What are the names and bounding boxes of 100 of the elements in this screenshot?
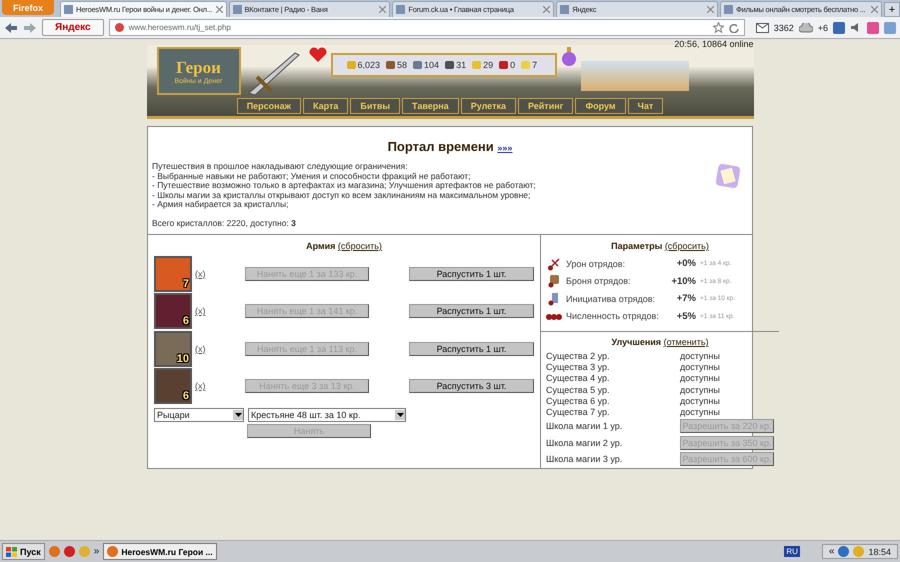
portal-title: Портал времени xyxy=(388,139,494,154)
upgrade-label: Существа 2 ур. xyxy=(546,351,611,362)
dismiss-button[interactable]: Распустить 1 шт. xyxy=(409,304,534,318)
creature-select[interactable]: Крестьяне 48 шт. за 10 кр. xyxy=(248,408,406,422)
upgrade-status: доступны xyxy=(680,406,720,418)
param-value: +10% xyxy=(670,276,696,287)
language-indicator[interactable]: RU xyxy=(784,546,800,557)
star-icon[interactable] xyxy=(712,22,724,33)
upgrade-status: доступны xyxy=(680,362,720,374)
creature-count: 7 xyxy=(182,278,189,290)
resource-icon xyxy=(386,61,396,69)
taskbar-window-button[interactable]: HeroesWM.ru Герои ... xyxy=(103,543,217,560)
rule-text: - Путешествие возможно только в артефактах из магазина; Улучшения артефактов не работают; xyxy=(152,181,537,190)
sword-icon xyxy=(546,256,562,271)
rule-text: - Армия набирается за кристаллы; xyxy=(152,200,288,210)
new-tab-button[interactable]: + xyxy=(884,2,900,17)
reset-link[interactable]: (сбросить) xyxy=(338,241,382,251)
nav-button[interactable]: Персонаж xyxy=(236,98,301,114)
resource-amount: 58 xyxy=(397,60,408,70)
upgrade-label: Школа магии 2 ур. xyxy=(546,438,624,448)
nav-button[interactable]: Рулетка xyxy=(460,98,516,114)
site-icon xyxy=(396,5,406,14)
windows-logo-icon xyxy=(6,546,17,556)
faction-select[interactable]: Рыцари xyxy=(154,408,244,422)
nav-button[interactable]: Форум xyxy=(575,98,626,114)
resource-icon xyxy=(472,61,482,69)
dismiss-button[interactable]: Распустить 1 шт. xyxy=(409,266,534,281)
param-label: Броня отрядов: xyxy=(566,276,632,286)
mail-icon[interactable] xyxy=(756,22,769,32)
creature-count: 6 xyxy=(182,390,189,402)
nav-button[interactable]: Карта xyxy=(303,98,348,114)
param-value: +5% xyxy=(676,310,696,322)
resource-amount: 29 xyxy=(483,60,494,70)
site-icon xyxy=(232,5,242,14)
tray-expand-button[interactable]: « xyxy=(828,546,834,557)
resource-amount: 7 xyxy=(532,60,538,70)
creature-count: 10 xyxy=(176,352,189,365)
upgrade-label: Существа 3 ур. xyxy=(546,362,611,374)
resource-icon xyxy=(521,61,530,69)
nav-button[interactable]: Чат xyxy=(628,98,664,114)
armor-icon xyxy=(546,274,562,288)
remove-link[interactable]: (x) xyxy=(195,344,245,354)
remove-link[interactable]: (x) xyxy=(195,381,245,392)
heart-icon[interactable] xyxy=(308,47,326,63)
potion-icon[interactable] xyxy=(561,47,578,67)
close-icon[interactable] xyxy=(216,6,222,13)
crystal-total: Всего кристаллов: 2220, доступно: 3 xyxy=(152,218,297,228)
portal-link[interactable]: »»» xyxy=(497,143,512,153)
dismiss-button[interactable]: Распустить 3 шт. xyxy=(409,379,534,394)
caret-icon[interactable] xyxy=(233,410,243,420)
param-value: +0% xyxy=(676,258,696,270)
upgrade-status: доступны xyxy=(680,373,720,385)
nav-button[interactable]: Рейтинг xyxy=(518,98,574,114)
close-icon[interactable] xyxy=(543,6,550,13)
remove-link[interactable]: (x) xyxy=(195,268,245,279)
army-title: Армия xyxy=(306,241,336,251)
address-field[interactable]: www.heroeswm.ru/tj_set.php xyxy=(108,19,745,36)
param-label: Инициатива отрядов: xyxy=(566,294,656,304)
resource-amount: 31 xyxy=(456,60,466,70)
more-button[interactable]: » xyxy=(94,546,100,557)
dismiss-button[interactable]: Распустить 1 шт. xyxy=(409,342,534,356)
resource-amount: 104 xyxy=(424,60,440,70)
site-icon xyxy=(114,23,124,32)
reset-link[interactable]: (сбросить) xyxy=(664,241,709,251)
online-status: 20:56, 10864 online xyxy=(674,39,754,49)
nav-button[interactable]: Таверна xyxy=(402,98,459,114)
close-icon[interactable] xyxy=(707,6,714,13)
start-button[interactable]: Пуск xyxy=(2,543,45,560)
back-icon[interactable] xyxy=(4,22,18,34)
close-icon[interactable] xyxy=(379,6,386,13)
site-icon xyxy=(560,5,570,14)
upgrade-status: доступны xyxy=(680,351,720,362)
upgrade-label: Существа 6 ур. xyxy=(546,396,611,407)
resource-icon xyxy=(445,61,454,69)
weather-temperature: +6 xyxy=(818,22,828,32)
rules-intro: Путешествия в прошлое накладывают следующие ограничения: xyxy=(152,162,408,172)
rule-text: - Выбранные навыки не работают; Умения и способности фракций не работают; xyxy=(152,172,472,181)
resource-icon xyxy=(413,61,422,69)
param-value: +7% xyxy=(676,293,696,304)
forward-icon[interactable] xyxy=(23,22,37,34)
remove-link[interactable]: (x) xyxy=(195,306,245,316)
upgrades-title: Улучшения xyxy=(611,337,662,347)
upgrade-status: доступны xyxy=(680,396,720,407)
caret-icon[interactable] xyxy=(395,410,405,420)
creature-count: 6 xyxy=(182,315,189,328)
mail-count: 3362 xyxy=(774,22,794,32)
resource-icon xyxy=(346,61,356,69)
nav-button[interactable]: Битвы xyxy=(350,98,400,114)
search-brand-button[interactable]: Яндекс xyxy=(42,19,104,36)
cloud-icon[interactable] xyxy=(798,22,813,32)
resource-amount: 0 xyxy=(510,60,516,70)
cancel-link[interactable]: (отменить) xyxy=(664,337,709,347)
refresh-icon[interactable] xyxy=(728,22,739,32)
clock: 18:54 xyxy=(868,546,891,556)
close-icon[interactable] xyxy=(871,6,878,13)
upgrade-label: Существа 5 ур. xyxy=(546,384,611,396)
param-label: Урон отрядов: xyxy=(566,258,626,269)
resource-icon xyxy=(499,61,508,69)
upgrade-label: Школа магии 3 ур. xyxy=(546,454,624,464)
upgrade-status: доступны xyxy=(680,384,720,396)
